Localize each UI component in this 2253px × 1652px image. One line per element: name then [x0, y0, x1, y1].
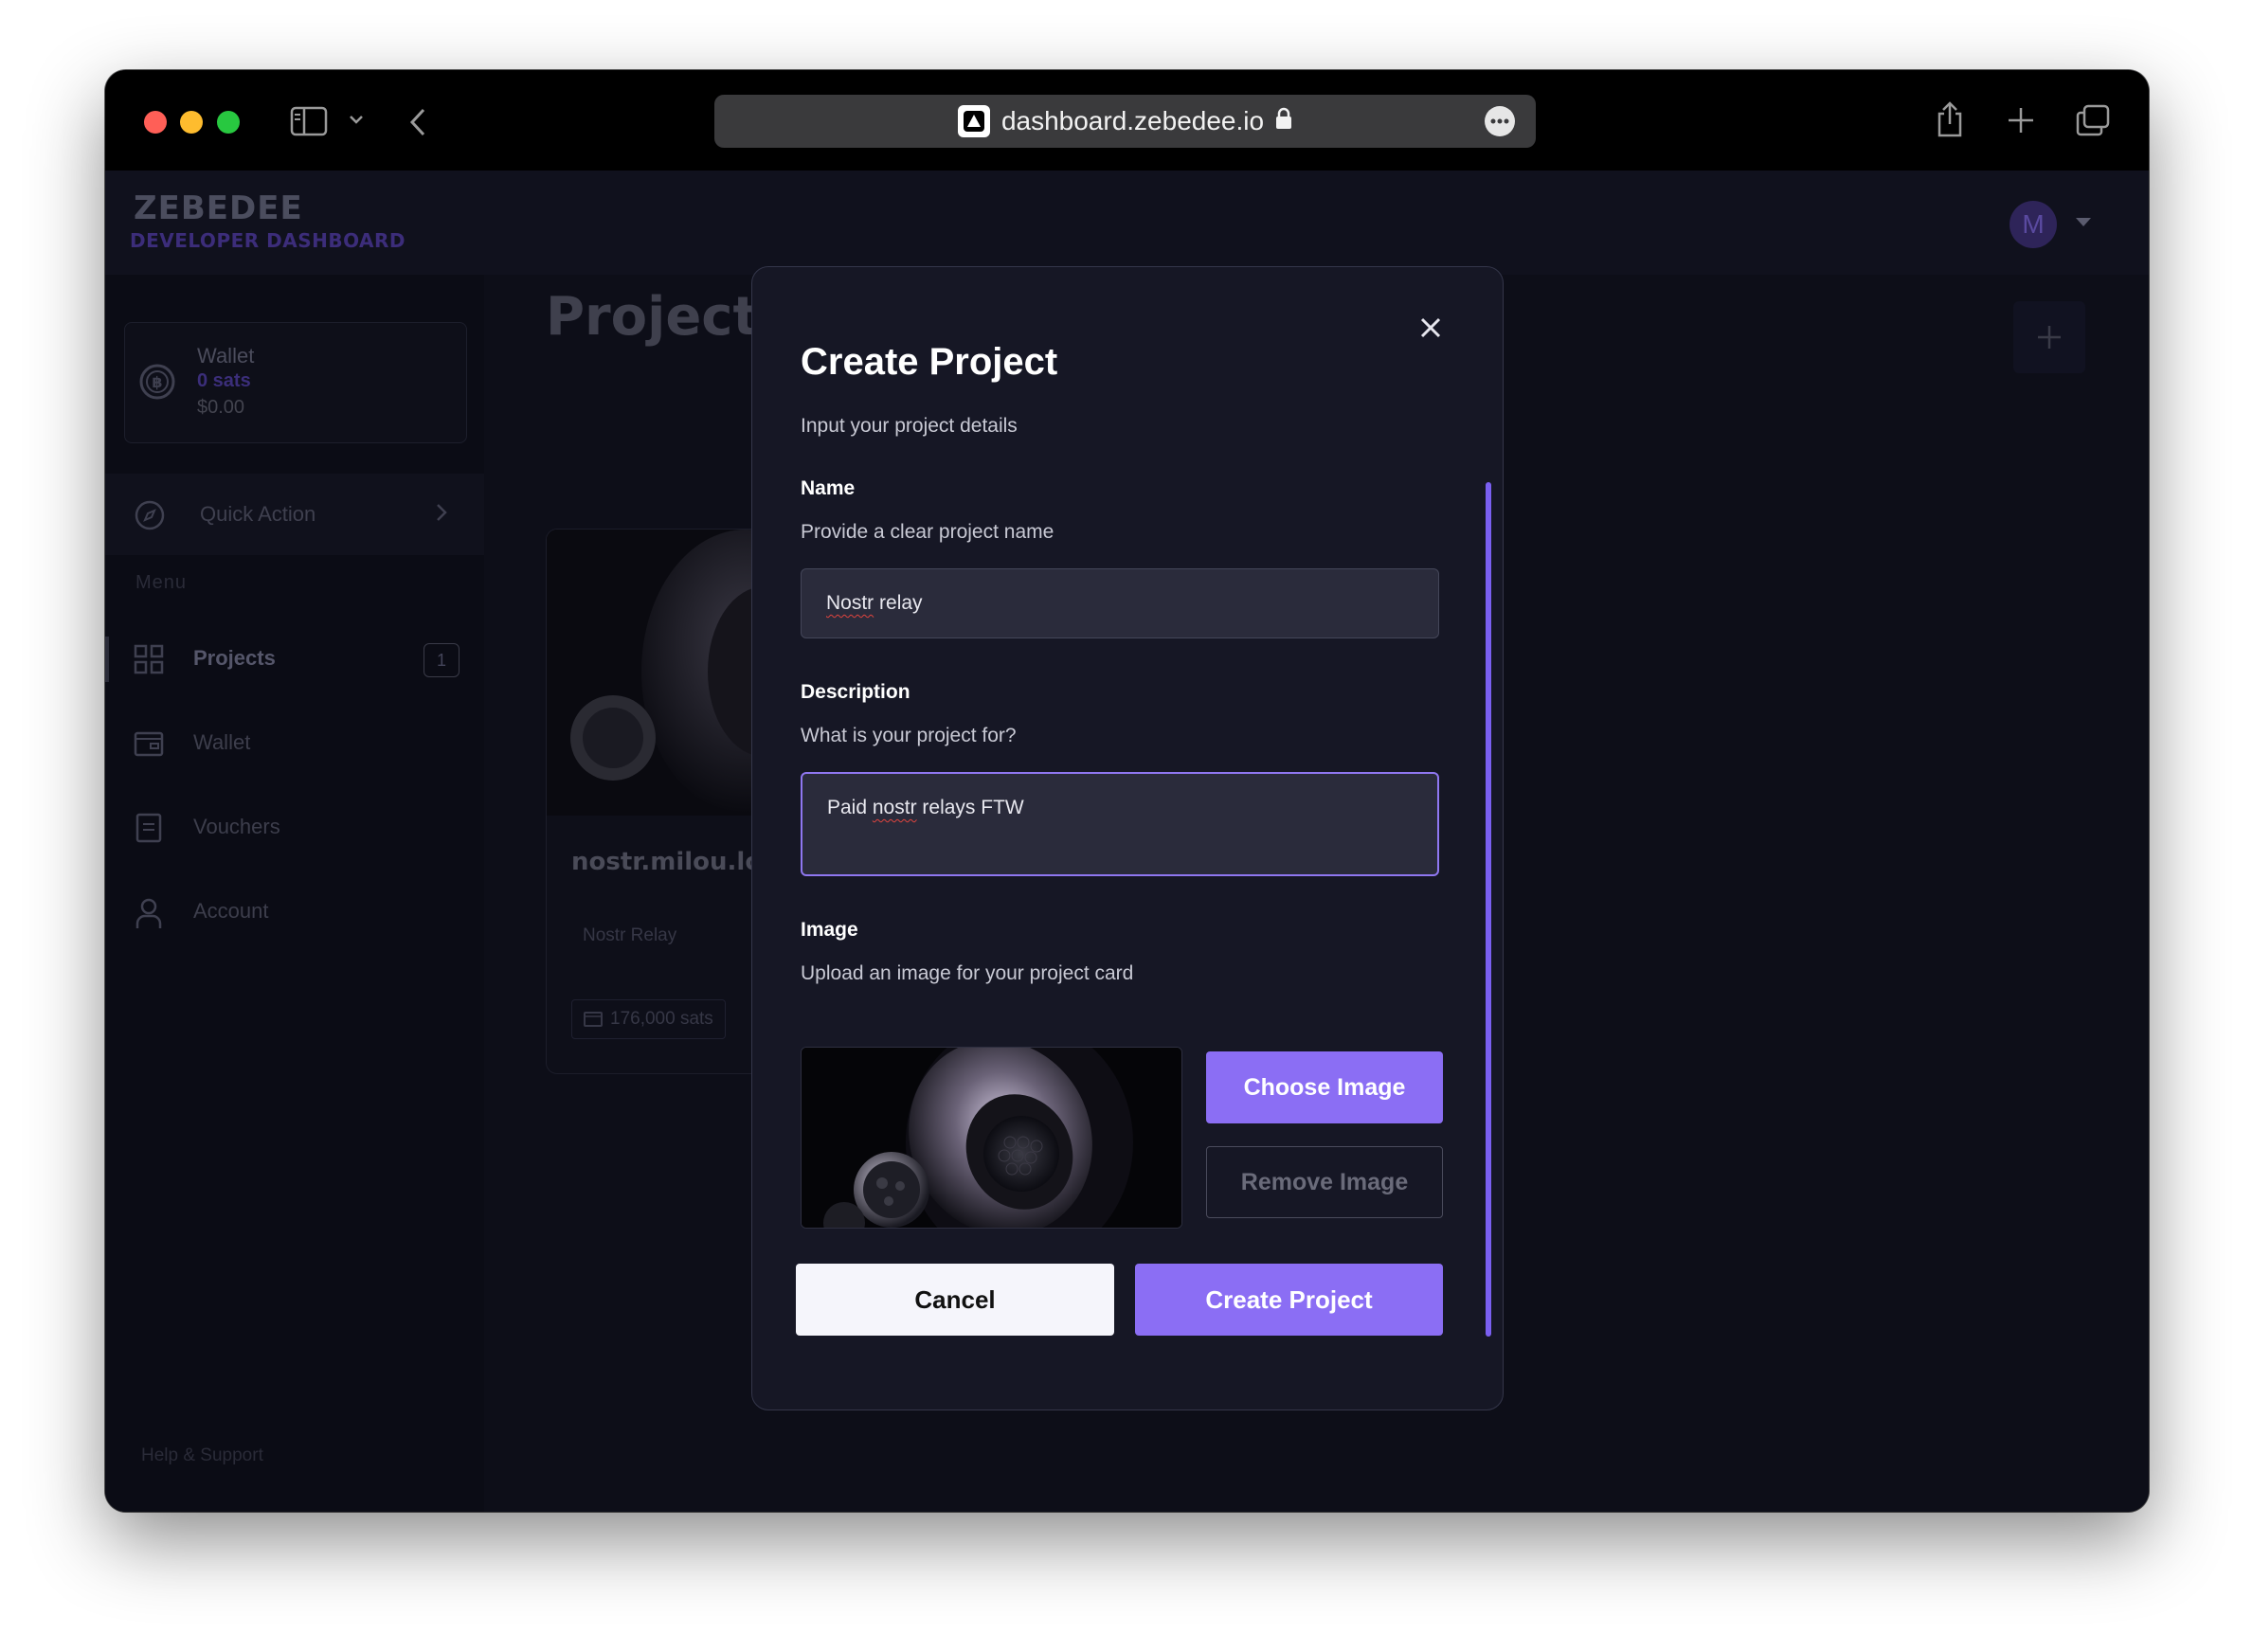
- sidebar-item-account[interactable]: Account: [105, 884, 484, 941]
- wallet-icon: [134, 728, 164, 763]
- name-value-word: Nostr: [826, 592, 874, 614]
- sidebar-item-label: Account: [193, 899, 269, 923]
- voucher-icon: [134, 813, 164, 848]
- chevron-right-icon: [435, 502, 448, 528]
- caret-down-icon[interactable]: [2076, 218, 2091, 226]
- help-support-link[interactable]: Help & Support: [141, 1446, 263, 1466]
- chevron-down-icon[interactable]: [348, 114, 365, 127]
- back-icon[interactable]: [406, 106, 429, 138]
- bitcoin-icon: ฿: [138, 363, 176, 401]
- description-value-post: relays FTW: [916, 797, 1024, 818]
- grid-icon: [134, 644, 164, 679]
- person-icon: [134, 897, 164, 934]
- image-help: Upload an image for your project card: [801, 962, 1134, 984]
- remove-image-button[interactable]: Remove Image: [1206, 1146, 1443, 1218]
- browser-toolbar: dashboard.zebedee.io: [105, 70, 2149, 171]
- modal-scrollbar[interactable]: [1486, 482, 1491, 1337]
- name-field[interactable]: Nostr relay: [801, 568, 1439, 638]
- cancel-button[interactable]: Cancel: [796, 1264, 1114, 1336]
- new-tab-icon[interactable]: [2007, 106, 2035, 135]
- create-project-button[interactable]: Create Project: [1135, 1264, 1443, 1336]
- tabs-overview-icon[interactable]: [2076, 104, 2110, 136]
- description-value-word: nostr: [872, 797, 917, 818]
- more-options-icon[interactable]: [1485, 106, 1515, 136]
- zoom-window-button[interactable]: [217, 111, 240, 134]
- choose-image-button[interactable]: Choose Image: [1206, 1051, 1443, 1123]
- sidebar-item-wallet[interactable]: Wallet: [105, 715, 484, 772]
- wallet-summary-card[interactable]: ฿ Wallet 0 sats $0.00: [124, 322, 467, 443]
- brand-subtitle: DEVELOPER DASHBOARD: [130, 229, 406, 252]
- minimize-window-button[interactable]: [180, 111, 203, 134]
- wallet-title: Wallet: [197, 344, 255, 368]
- sidebar-item-projects[interactable]: Projects 1: [105, 631, 484, 688]
- sidebar-toggle-icon[interactable]: [290, 106, 328, 136]
- project-balance-text: 176,000 sats: [610, 1009, 713, 1029]
- name-label: Name: [801, 477, 856, 499]
- quick-action-label: Quick Action: [200, 502, 316, 526]
- site-logo-icon: [957, 105, 990, 137]
- project-name: nostr.milou.lol: [571, 848, 771, 876]
- sidebar-item-label: Wallet: [193, 730, 251, 754]
- name-value-rest: relay: [874, 592, 923, 614]
- sidebar: ฿ Wallet 0 sats $0.00 Quick Action Menu: [105, 275, 484, 1512]
- compass-icon: [134, 499, 166, 536]
- sidebar-item-vouchers[interactable]: Vouchers: [105, 799, 484, 856]
- plus-icon: [2038, 326, 2061, 349]
- address-bar[interactable]: dashboard.zebedee.io: [714, 95, 1536, 148]
- modal-subtitle: Input your project details: [801, 415, 1018, 437]
- lock-icon: [1275, 106, 1292, 136]
- svg-text:฿: ฿: [152, 373, 162, 391]
- active-indicator: [105, 637, 109, 682]
- description-value-pre: Paid: [827, 797, 873, 818]
- share-icon[interactable]: [1936, 100, 1964, 138]
- close-icon[interactable]: [1414, 311, 1448, 345]
- sidebar-item-label: Projects: [193, 646, 276, 670]
- url-text: dashboard.zebedee.io: [1000, 106, 1265, 135]
- quick-action-button[interactable]: Quick Action: [105, 474, 484, 555]
- description-label: Description: [801, 681, 910, 703]
- project-balance: 176,000 sats: [571, 999, 726, 1039]
- projects-count-badge: 1: [424, 643, 460, 677]
- wallet-icon: [584, 1010, 603, 1034]
- wallet-usd: $0.00: [197, 397, 245, 418]
- name-help: Provide a clear project name: [801, 521, 1054, 543]
- sidebar-item-label: Vouchers: [193, 815, 280, 838]
- description-field[interactable]: Paid nostr relays FTW: [801, 772, 1439, 876]
- project-type: Nostr Relay: [583, 925, 677, 945]
- modal-title: Create Project: [801, 341, 1058, 383]
- top-bar: ZEBEDEE DEVELOPER DASHBOARD M: [105, 171, 2149, 275]
- description-help: What is your project for?: [801, 725, 1017, 746]
- image-label: Image: [801, 919, 858, 941]
- create-project-modal: Create Project Input your project detail…: [751, 266, 1504, 1410]
- wallet-sats: 0 sats: [197, 370, 251, 391]
- menu-section-label: Menu: [135, 572, 188, 593]
- close-window-button[interactable]: [144, 111, 167, 134]
- image-preview: [801, 1047, 1182, 1229]
- avatar[interactable]: M: [2010, 201, 2057, 248]
- add-project-button[interactable]: [2013, 301, 2085, 373]
- browser-window: dashboard.zebedee.io ZEBEDEE DEVELOPER D…: [105, 70, 2149, 1512]
- brand-logo[interactable]: ZEBEDEE: [134, 189, 303, 227]
